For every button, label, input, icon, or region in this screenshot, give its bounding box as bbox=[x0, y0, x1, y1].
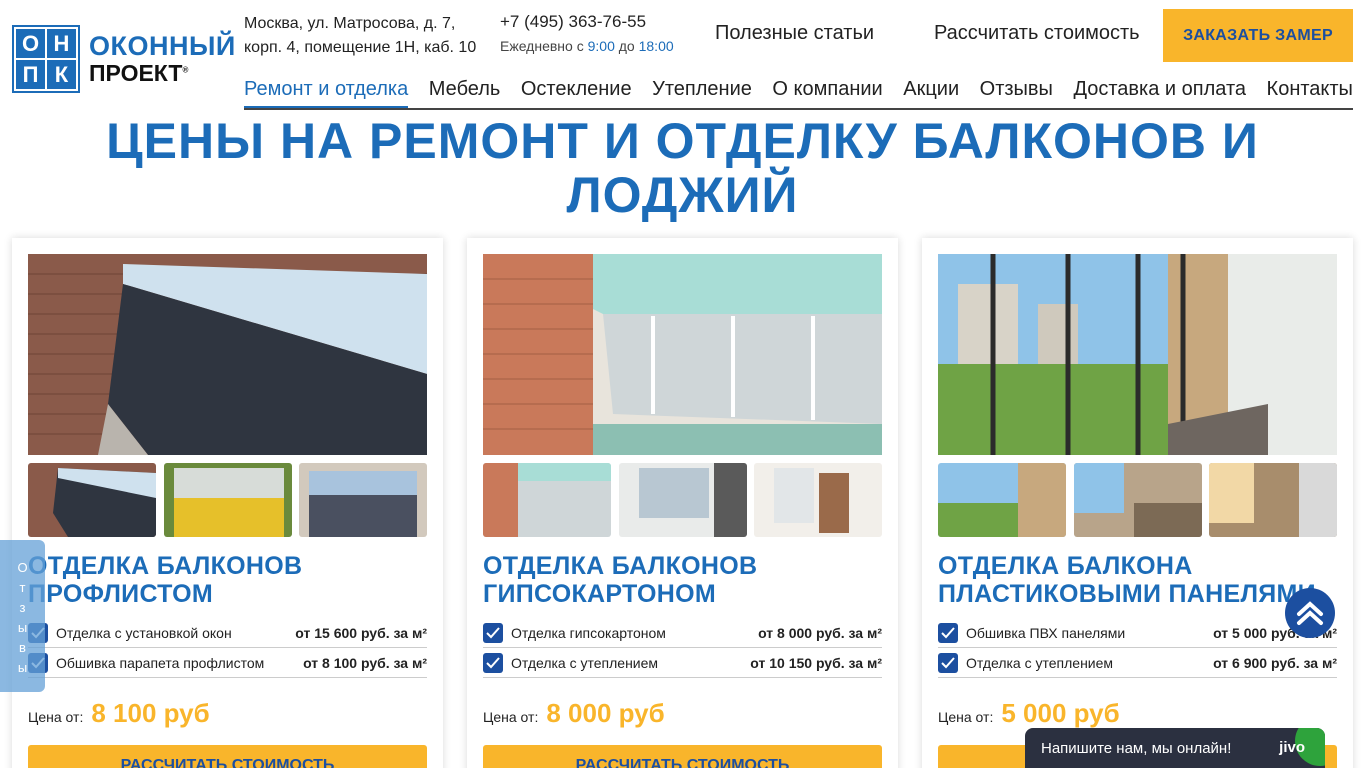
reviews-tab-letter: з bbox=[19, 600, 26, 615]
nav-item-repair[interactable]: Ремонт и отделка bbox=[244, 78, 409, 108]
calculate-button[interactable]: РАССЧИТАТЬ СТОИМОСТЬ bbox=[483, 745, 882, 768]
reviews-tab-letter: в bbox=[19, 640, 26, 655]
nav-item-promotions[interactable]: Акции bbox=[903, 78, 959, 108]
logo-letter: О bbox=[16, 29, 45, 58]
reviews-tab-letter: т bbox=[19, 580, 26, 595]
price-label: Цена от: bbox=[938, 709, 994, 725]
jivo-logo: jivo bbox=[1279, 739, 1305, 756]
thumbnail[interactable] bbox=[28, 463, 156, 537]
option-name: Обшивка парапета профлистом bbox=[56, 654, 265, 671]
chat-widget[interactable]: Напишите нам, мы онлайн! jivo bbox=[1025, 728, 1325, 768]
price-value: 5 000 руб bbox=[1001, 698, 1120, 728]
thumbnail[interactable] bbox=[1209, 463, 1337, 537]
card-title: ОТДЕЛКА БАЛКОНОВ ГИПСОКАРТОНОМ bbox=[483, 552, 758, 608]
office-address: Москва, ул. Матросова, д. 7, корп. 4, по… bbox=[244, 15, 477, 56]
card-main-image[interactable] bbox=[938, 254, 1337, 455]
thumbnail[interactable] bbox=[618, 463, 747, 537]
logo-line2: ПРОЕКТ® bbox=[89, 62, 236, 85]
logo-line1: ОКОННЫЙ bbox=[89, 31, 236, 61]
checkbox-checked[interactable] bbox=[938, 622, 958, 643]
nav-item-insulation[interactable]: Утепление bbox=[652, 78, 752, 108]
logo-line2-text: ПРОЕКТ bbox=[89, 60, 183, 86]
phone-number[interactable]: +7 (495) 363-76-55 bbox=[500, 12, 646, 32]
nav-item-glazing[interactable]: Остекление bbox=[521, 78, 632, 108]
option-name: Отделка с утеплением bbox=[966, 654, 1114, 671]
thumbnail[interactable] bbox=[938, 463, 1066, 537]
price-from: Цена от: 8 100 руб bbox=[28, 698, 210, 729]
price-label: Цена от: bbox=[483, 709, 539, 725]
thumbnail[interactable] bbox=[1073, 463, 1202, 537]
page-title: ЦЕНЫ НА РЕМОНТ И ОТДЕЛКУ БАЛКОНОВ И ЛОДЖ… bbox=[106, 113, 1259, 223]
useful-articles-link[interactable]: Полезные статьи bbox=[715, 22, 874, 45]
checkbox-checked[interactable] bbox=[483, 622, 503, 643]
logo-letter: Н bbox=[47, 29, 76, 58]
hours-prefix: Ежедневно с bbox=[500, 38, 584, 54]
chat-prompt: Напишите нам, мы онлайн! bbox=[1041, 739, 1232, 757]
price-value: 8 100 руб bbox=[91, 698, 210, 728]
thumbnail-strip bbox=[483, 463, 882, 537]
card-main-image[interactable] bbox=[28, 254, 427, 455]
option-row: Отделка с утеплением от 6 900 руб. за м² bbox=[938, 648, 1337, 678]
options-list: Обшивка ПВХ панелями от 5 000 руб. за м²… bbox=[938, 618, 1337, 678]
thumbnail[interactable] bbox=[754, 463, 882, 537]
option-row: Отделка гипсокартоном от 8 000 руб. за м… bbox=[483, 618, 882, 648]
option-name: Отделка с установкой окон bbox=[56, 624, 232, 641]
options-list: Отделка с установкой окон от 15 600 руб.… bbox=[28, 618, 427, 678]
service-card: ОТДЕЛКА БАЛКОНОВ ГИПСОКАРТОНОМ Отделка г… bbox=[467, 238, 898, 768]
price-from: Цена от: 5 000 руб bbox=[938, 698, 1120, 729]
hours-to: 18:00 bbox=[638, 38, 674, 54]
thumbnail[interactable] bbox=[299, 463, 427, 537]
nav-item-about[interactable]: О компании bbox=[772, 78, 882, 108]
option-name: Отделка с утеплением bbox=[511, 654, 659, 671]
checkbox-checked[interactable] bbox=[938, 652, 958, 673]
service-card: ОТДЕЛКА БАЛКОНА ПЛАСТИКОВЫМИ ПАНЕЛЯМИ Об… bbox=[922, 238, 1353, 768]
option-row: Отделка с установкой окон от 15 600 руб.… bbox=[28, 618, 427, 648]
checkbox-checked[interactable] bbox=[483, 652, 503, 673]
nav-item-furniture[interactable]: Мебель bbox=[429, 78, 501, 108]
main-nav: Ремонт и отделка Мебель Остекление Утепл… bbox=[244, 78, 1353, 110]
logo-text: ОКОННЫЙ ПРОЕКТ® bbox=[89, 33, 236, 85]
calculate-cost-link[interactable]: Рассчитать стоимость bbox=[934, 22, 1140, 45]
order-measurement-button[interactable]: ЗАКАЗАТЬ ЗАМЕР bbox=[1163, 9, 1353, 62]
option-name: Обшивка ПВХ панелями bbox=[966, 624, 1126, 641]
reviews-tab-letter: О bbox=[17, 560, 28, 575]
nav-item-delivery[interactable]: Доставка и оплата bbox=[1073, 78, 1246, 108]
option-name: Отделка гипсокартоном bbox=[511, 624, 666, 641]
logo-reg: ® bbox=[182, 65, 189, 75]
nav-item-contacts[interactable]: Контакты bbox=[1267, 78, 1353, 108]
hours-from: 9:00 bbox=[587, 38, 615, 54]
scroll-to-top-button[interactable] bbox=[1285, 588, 1335, 638]
option-price: от 8 100 руб. за м² bbox=[303, 654, 427, 671]
price-label: Цена от: bbox=[28, 709, 84, 725]
option-row: Обшивка ПВХ панелями от 5 000 руб. за м² bbox=[938, 618, 1337, 648]
price-from: Цена от: 8 000 руб bbox=[483, 698, 665, 729]
option-price: от 8 000 руб. за м² bbox=[758, 624, 882, 641]
reviews-tab-letter: ы bbox=[17, 620, 28, 635]
price-value: 8 000 руб bbox=[546, 698, 665, 728]
service-card: ОТДЕЛКА БАЛКОНОВ ПРОФЛИСТОМ Отделка с ус… bbox=[12, 238, 443, 768]
option-price: от 6 900 руб. за м² bbox=[1213, 654, 1337, 671]
logo[interactable]: О Н П К ОКОННЫЙ ПРОЕКТ® bbox=[12, 25, 236, 93]
thumbnail-strip bbox=[938, 463, 1337, 537]
logo-letter: К bbox=[47, 60, 76, 89]
thumbnail[interactable] bbox=[483, 463, 611, 537]
logo-letter: П bbox=[16, 60, 45, 89]
calculate-button[interactable]: РАССЧИТАТЬ СТОИМОСТЬ bbox=[28, 745, 427, 768]
option-price: от 10 150 руб. за м² bbox=[750, 654, 882, 671]
nav-item-reviews[interactable]: Отзывы bbox=[980, 78, 1053, 108]
thumbnail-strip bbox=[28, 463, 427, 537]
option-row: Отделка с утеплением от 10 150 руб. за м… bbox=[483, 648, 882, 678]
working-hours: Ежедневно с 9:00 до 18:00 bbox=[500, 38, 674, 54]
chevron-up-icon bbox=[1297, 601, 1323, 625]
option-price: от 15 600 руб. за м² bbox=[295, 624, 427, 641]
card-title: ОТДЕЛКА БАЛКОНОВ ПРОФЛИСТОМ bbox=[28, 552, 303, 608]
logo-mark: О Н П К bbox=[12, 25, 80, 93]
card-main-image[interactable] bbox=[483, 254, 882, 455]
reviews-side-tab[interactable]: О т з ы в ы bbox=[0, 540, 45, 692]
option-row: Обшивка парапета профлистом от 8 100 руб… bbox=[28, 648, 427, 678]
options-list: Отделка гипсокартоном от 8 000 руб. за м… bbox=[483, 618, 882, 678]
hours-mid: до bbox=[618, 38, 635, 54]
reviews-tab-letter: ы bbox=[17, 660, 28, 675]
thumbnail[interactable] bbox=[163, 463, 292, 537]
